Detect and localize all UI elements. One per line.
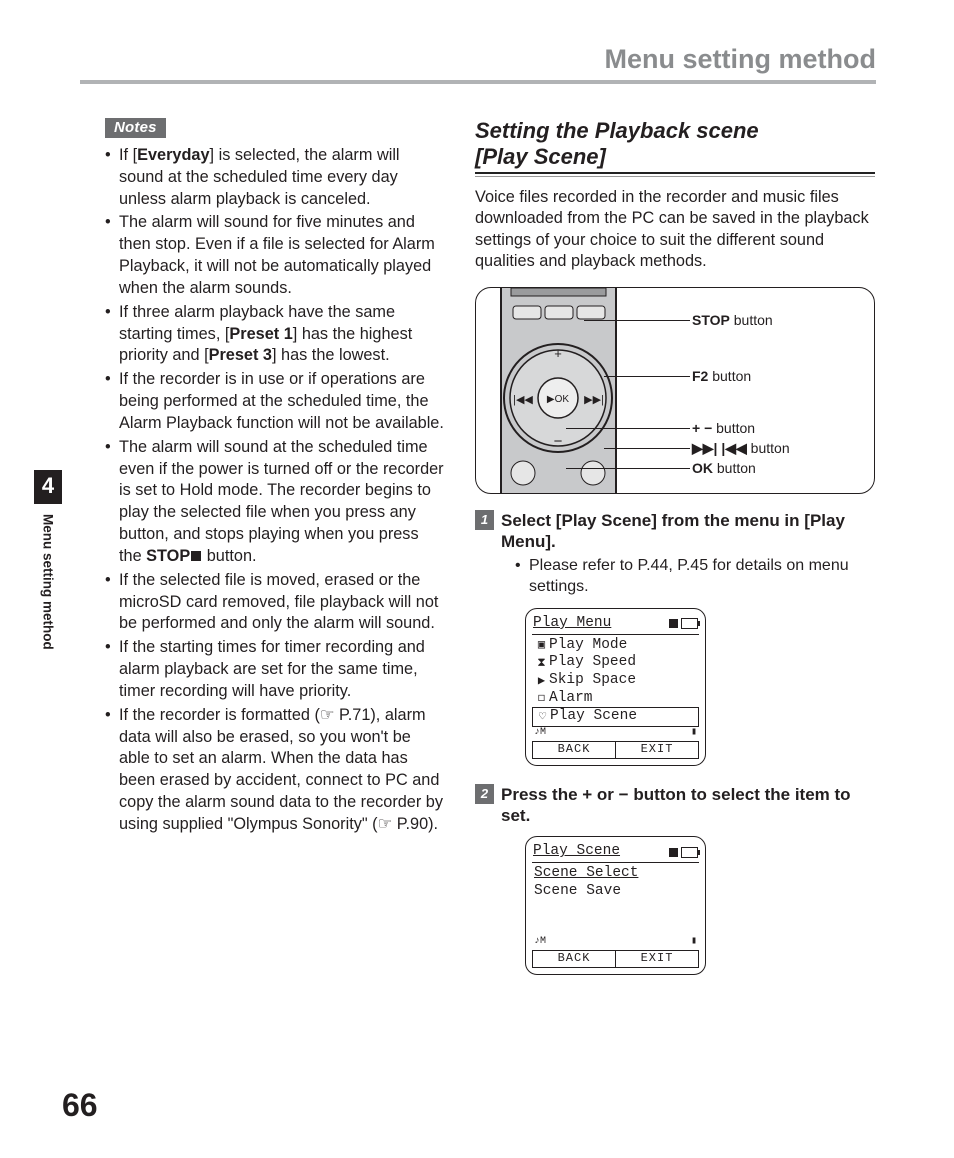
device-diagram: + − |◀◀ ▶▶| ▶OK STOP button F2 button + …: [475, 287, 875, 494]
note-item: If the starting times for timer recordin…: [105, 637, 445, 702]
lcd2-title: Play Scene: [533, 843, 620, 861]
section-title-l2: [Play Scene]: [475, 144, 606, 169]
svg-text:|◀◀: |◀◀: [513, 394, 533, 406]
lcd1-row: Play Mode: [549, 637, 627, 655]
step-text: Press the + or − button to select the it…: [501, 784, 875, 827]
callout-f2: F2 button: [692, 368, 751, 384]
step-number: 2: [475, 784, 494, 804]
lcd2-row-selected: Scene Select: [534, 865, 638, 883]
lcd2-softkey-left: BACK: [532, 951, 615, 968]
lcd2-indicator: ♪M: [534, 936, 546, 948]
side-tab: 4 Menu setting method: [34, 470, 62, 650]
callout-plusminus: + − button: [692, 420, 755, 436]
svg-text:−: −: [554, 433, 563, 450]
note-item: If the recorder is formatted (☞ P.71), a…: [105, 705, 445, 836]
lcd-screenshot-1: Play Menu ▣Play Mode ⧗Play Speed ▶Skip S…: [525, 608, 875, 766]
chapter-number: 4: [34, 470, 62, 504]
lcd1-row: Play Speed: [549, 654, 636, 672]
page-number: 66: [62, 1087, 98, 1124]
step-1: 1 Select [Play Scene] from the menu in […: [475, 510, 875, 553]
notes-list: If [Everyday] is selected, the alarm wil…: [105, 145, 445, 836]
step-2: 2 Press the + or − button to select the …: [475, 784, 875, 827]
lcd1-title: Play Menu: [533, 615, 611, 633]
lcd1-softkey-right: EXIT: [615, 742, 699, 759]
svg-text:▶▶|: ▶▶|: [584, 394, 604, 406]
step-text: Select [Play Scene] from the menu in [Pl…: [501, 510, 875, 553]
left-column: Notes If [Everyday] is selected, the ala…: [105, 118, 445, 838]
notes-label: Notes: [105, 118, 166, 138]
right-column: Setting the Playback scene [Play Scene] …: [475, 118, 875, 993]
note-item: If the recorder is in use or if operatio…: [105, 369, 445, 434]
lcd1-row: Alarm: [549, 690, 593, 708]
intro-paragraph: Voice files recorded in the recorder and…: [475, 187, 875, 273]
section-rule: [475, 172, 875, 177]
step-number: 1: [475, 510, 494, 530]
lcd2-softkey-right: EXIT: [615, 951, 699, 968]
lcd-screenshot-2: Play Scene Scene Select Scene Save ♪M▮ B…: [525, 836, 875, 974]
lcd1-softkey-left: BACK: [532, 742, 615, 759]
lcd1-row-selected: Play Scene: [550, 708, 637, 726]
header-rule: [80, 80, 876, 84]
page-header: Menu setting method: [605, 44, 877, 75]
callout-skip: ▶▶| |◀◀ button: [692, 440, 790, 456]
lcd1-indicator: ♪M: [534, 727, 546, 739]
svg-text:▶OK: ▶OK: [547, 394, 569, 405]
device-illustration: + − |◀◀ ▶▶| ▶OK: [476, 288, 666, 493]
section-title-l1: Setting the Playback scene: [475, 118, 759, 143]
lcd2-row: Scene Save: [534, 883, 621, 901]
note-item: If the selected file is moved, erased or…: [105, 570, 445, 635]
battery-icon: [669, 618, 698, 629]
callout-stop: STOP button: [692, 312, 773, 328]
side-tab-label: Menu setting method: [41, 514, 56, 650]
svg-text:+: +: [554, 346, 562, 361]
note-item: If three alarm playback have the same st…: [105, 302, 445, 367]
step-1-note: Please refer to P.44, P.45 for details o…: [515, 556, 875, 598]
note-item: If [Everyday] is selected, the alarm wil…: [105, 145, 445, 210]
note-item: The alarm will sound for five minutes an…: [105, 212, 445, 299]
lcd1-row: Skip Space: [549, 672, 636, 690]
note-item: The alarm will sound at the scheduled ti…: [105, 437, 445, 568]
step-1-notes: Please refer to P.44, P.45 for details o…: [475, 556, 875, 598]
battery-icon: [669, 847, 698, 858]
callout-ok: OK button: [692, 460, 756, 476]
section-title: Setting the Playback scene [Play Scene]: [475, 118, 875, 170]
